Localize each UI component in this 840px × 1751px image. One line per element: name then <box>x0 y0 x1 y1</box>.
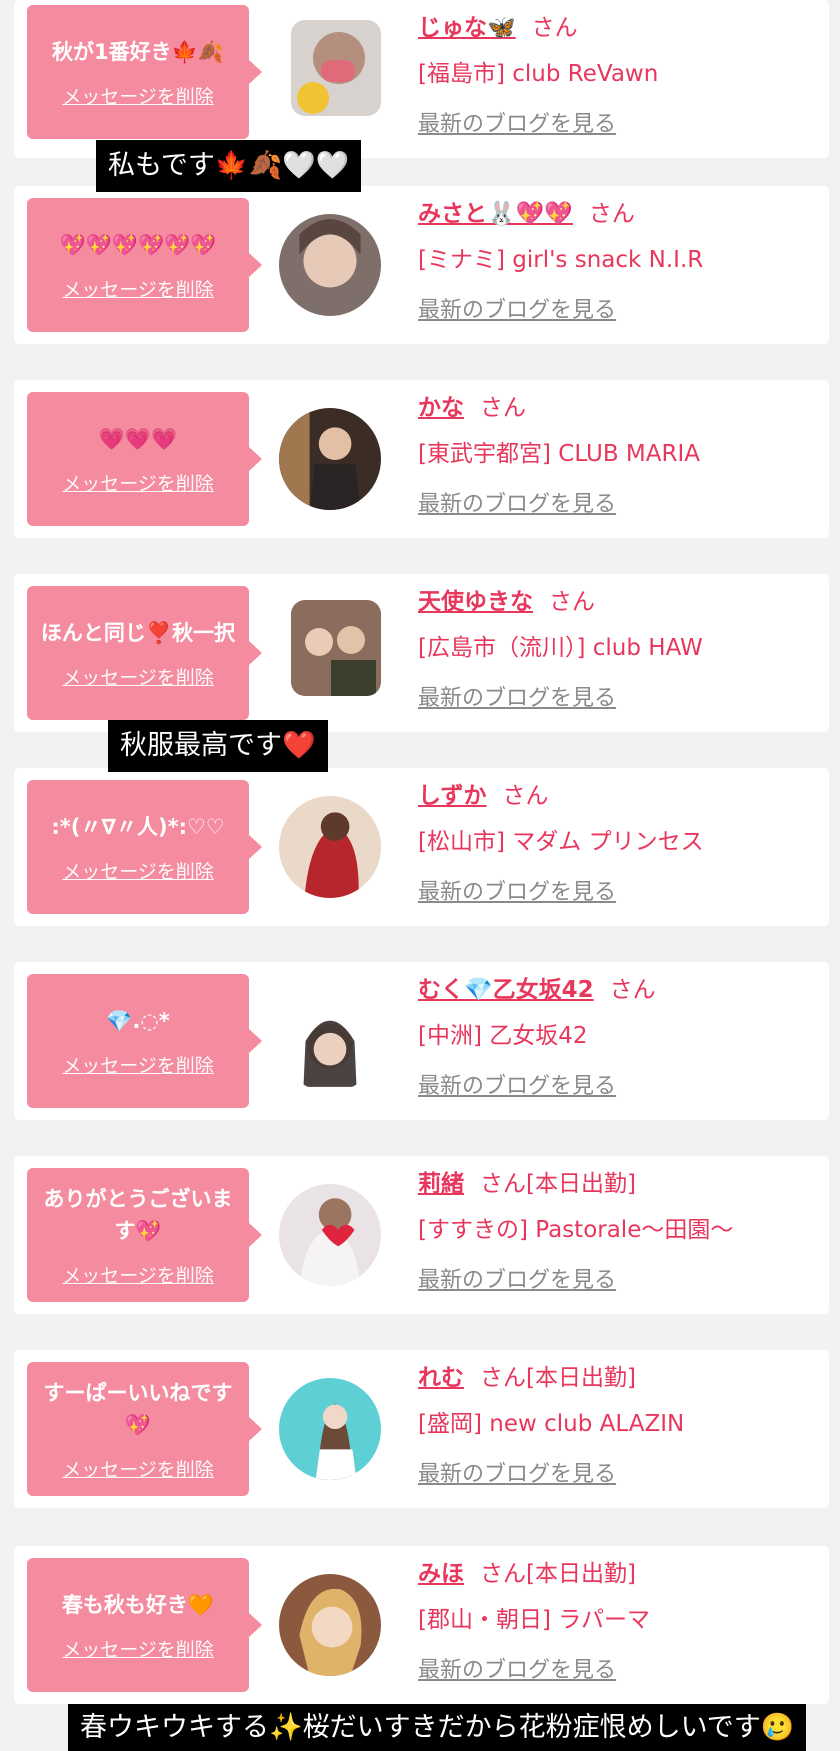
honorific: さん <box>609 977 656 1003</box>
caption-overlay: 私もです🍁🍂🤍🤍 <box>96 140 362 192</box>
user-name-link[interactable]: じゅな🦋 <box>418 15 516 41</box>
message-bubble: 秋が1番好き🍁🍂 メッセージを削除 <box>27 5 262 139</box>
user-name-link[interactable]: みほ <box>418 1561 464 1587</box>
list-item: すーぱーいいねです💖 メッセージを削除 れむ さん[本日出勤] [盛岡] new … <box>14 1350 829 1508</box>
message-text: 秋が1番好き🍁🍂 <box>52 39 224 64</box>
avatar[interactable] <box>279 214 381 316</box>
honorific: さん <box>588 201 635 227</box>
delete-message-link[interactable]: メッセージを削除 <box>62 469 214 496</box>
shop-name: [すすきの] Pastorale〜田園〜 <box>418 1217 734 1243</box>
shop-name: [中洲] 乙女坂42 <box>418 1023 588 1049</box>
message-bubble: 💗💗💗 メッセージを削除 <box>27 392 262 526</box>
avatar[interactable] <box>279 408 381 510</box>
message-bubble: 💖💖💖💖💖💖 メッセージを削除 <box>27 198 262 332</box>
honorific: さん <box>502 783 549 809</box>
delete-message-link[interactable]: メッセージを削除 <box>62 663 214 690</box>
message-text: すーぱーいいねです💖 <box>43 1380 233 1437</box>
honorific: さん <box>480 395 526 421</box>
delete-message-link[interactable]: メッセージを削除 <box>62 275 214 302</box>
latest-blog-link[interactable]: 最新のブログを見る <box>418 680 616 712</box>
shop-name: [福島市] club ReVawn <box>418 61 659 87</box>
avatar[interactable] <box>291 600 381 696</box>
list-item: ほんと同じ❣️秋一択 メッセージを削除 天使ゆきな さん [広島市（流川）] cl… <box>14 574 829 732</box>
message-text: ありがとうございます💖 <box>43 1186 233 1243</box>
list-item: 💗💗💗 メッセージを削除 かな さん [東武宇都宮] CLUB MARIA 最新の… <box>14 380 829 538</box>
latest-blog-link[interactable]: 最新のブログを見る <box>418 106 616 138</box>
avatar[interactable] <box>279 1378 381 1480</box>
latest-blog-link[interactable]: 最新のブログを見る <box>418 1652 616 1684</box>
avatar[interactable] <box>279 796 381 898</box>
avatar[interactable] <box>291 20 381 116</box>
shop-name: [ミナミ] girl's snack N.I.R <box>418 247 704 273</box>
message-text: 💖💖💖💖💖💖 <box>59 232 217 257</box>
honorific: さん[本日出勤] <box>480 1561 636 1587</box>
delete-message-link[interactable]: メッセージを削除 <box>62 1051 214 1078</box>
latest-blog-link[interactable]: 最新のブログを見る <box>418 486 616 518</box>
message-text: 春も秋も好き🧡 <box>61 1592 215 1617</box>
shop-name: [松山市] マダム プリンセス <box>418 829 704 855</box>
latest-blog-link[interactable]: 最新のブログを見る <box>418 292 616 324</box>
caption-overlay: 秋服最高です❤️ <box>108 720 328 772</box>
message-text: ほんと同じ❣️秋一択 <box>40 620 236 645</box>
message-bubble: 💎.◌* メッセージを削除 <box>27 974 262 1108</box>
message-text: :*(〃∇〃人)*:♡♡ <box>51 814 225 839</box>
user-name-link[interactable]: むく💎乙女坂42 <box>418 977 594 1003</box>
shop-name: [郡山・朝日] ラパーマ <box>418 1607 651 1633</box>
caption-overlay: 春ウキウキする✨桜だいすきだから花粉症恨めしいです🥲 <box>68 1704 807 1751</box>
user-name-link[interactable]: 天使ゆきな <box>418 589 533 615</box>
message-bubble: ほんと同じ❣️秋一択 メッセージを削除 <box>27 586 262 720</box>
avatar[interactable] <box>279 1574 381 1676</box>
shop-name: [東武宇都宮] CLUB MARIA <box>418 441 700 467</box>
message-bubble: ありがとうございます💖 メッセージを削除 <box>27 1168 262 1302</box>
list-item: 春も秋も好き🧡 メッセージを削除 みほ さん[本日出勤] [郡山・朝日] ラパーマ… <box>14 1546 829 1704</box>
avatar[interactable] <box>279 990 381 1092</box>
latest-blog-link[interactable]: 最新のブログを見る <box>418 1456 616 1488</box>
user-name-link[interactable]: れむ <box>418 1365 464 1391</box>
user-name-link[interactable]: みさと🐰💖💖 <box>418 201 573 227</box>
delete-message-link[interactable]: メッセージを削除 <box>62 1635 214 1662</box>
latest-blog-link[interactable]: 最新のブログを見る <box>418 874 616 906</box>
message-bubble: 春も秋も好き🧡 メッセージを削除 <box>27 1558 262 1692</box>
honorific: さん <box>531 15 578 41</box>
delete-message-link[interactable]: メッセージを削除 <box>62 1455 214 1482</box>
avatar[interactable] <box>279 1184 381 1286</box>
delete-message-link[interactable]: メッセージを削除 <box>62 857 214 884</box>
list-item: :*(〃∇〃人)*:♡♡ メッセージを削除 しずか さん [松山市] マダム プリ… <box>14 768 829 926</box>
honorific: さん[本日出勤] <box>480 1171 636 1197</box>
latest-blog-link[interactable]: 最新のブログを見る <box>418 1262 616 1294</box>
user-name-link[interactable]: しずか <box>418 783 487 809</box>
user-name-link[interactable]: 莉緒 <box>418 1171 464 1197</box>
shop-name: [広島市（流川）] club HAW <box>418 635 703 661</box>
latest-blog-link[interactable]: 最新のブログを見る <box>418 1068 616 1100</box>
shop-name: [盛岡] new club ALAZIN <box>418 1411 685 1437</box>
list-item: ありがとうございます💖 メッセージを削除 莉緒 さん[本日出勤] [すすきの] P… <box>14 1156 829 1314</box>
honorific: さん <box>549 589 595 615</box>
message-bubble: :*(〃∇〃人)*:♡♡ メッセージを削除 <box>27 780 262 914</box>
message-bubble: すーぱーいいねです💖 メッセージを削除 <box>27 1362 262 1496</box>
list-item: 秋が1番好き🍁🍂 メッセージを削除 じゅな🦋 さん [福島市] club ReVa… <box>14 0 829 158</box>
message-text: 💗💗💗 <box>98 426 178 451</box>
list-item: 💎.◌* メッセージを削除 むく💎乙女坂42 さん [中洲] 乙女坂42 最新のブ… <box>14 962 829 1120</box>
list-item: 💖💖💖💖💖💖 メッセージを削除 みさと🐰💖💖 さん [ミナミ] girl's sn… <box>14 186 829 344</box>
delete-message-link[interactable]: メッセージを削除 <box>62 1261 214 1288</box>
message-text: 💎.◌* <box>106 1008 170 1033</box>
delete-message-link[interactable]: メッセージを削除 <box>62 82 214 109</box>
honorific: さん[本日出勤] <box>480 1365 636 1391</box>
user-name-link[interactable]: かな <box>418 395 464 421</box>
